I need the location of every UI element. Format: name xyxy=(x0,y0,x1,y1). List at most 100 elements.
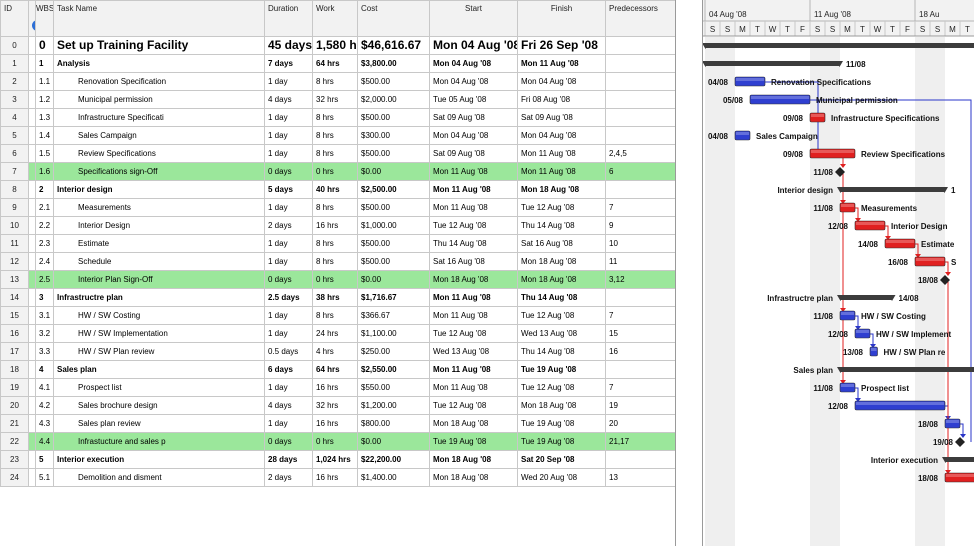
task-row[interactable]: 5 1.4 Sales Campaign 1 day 8 hrs $300.00 Mon 0… xyxy=(0,126,675,145)
cell-finish[interactable]: Tue 12 Aug '08 xyxy=(517,306,606,325)
col-header-id[interactable]: ID xyxy=(0,0,29,37)
cell-finish[interactable]: Sat 20 Sep '08 xyxy=(517,450,606,469)
cell-id[interactable]: 2 xyxy=(0,72,29,91)
cell-finish[interactable]: Thu 14 Aug '08 xyxy=(517,216,606,235)
cell-finish[interactable]: Thu 14 Aug '08 xyxy=(517,288,606,307)
cell-pred[interactable]: 7 xyxy=(605,306,675,325)
cell-wbs[interactable]: 4.2 xyxy=(35,396,54,415)
cell-duration[interactable]: 2 days xyxy=(264,468,313,487)
cell-name[interactable]: Infrastructre plan xyxy=(53,288,265,307)
cell-id[interactable]: 12 xyxy=(0,252,29,271)
cell-indicator[interactable] xyxy=(28,90,36,109)
cell-wbs[interactable]: 3.1 xyxy=(35,306,54,325)
cell-cost[interactable]: $2,000.00 xyxy=(357,90,430,109)
cell-work[interactable]: 38 hrs xyxy=(312,288,358,307)
cell-start[interactable]: Mon 04 Aug '08 xyxy=(429,54,518,73)
cell-duration[interactable]: 2 days xyxy=(264,216,313,235)
cell-work[interactable]: 1,580 hrs xyxy=(312,36,358,55)
cell-duration[interactable]: 28 days xyxy=(264,450,313,469)
cell-cost[interactable]: $0.00 xyxy=(357,162,430,181)
cell-work[interactable]: 24 hrs xyxy=(312,324,358,343)
cell-start[interactable]: Mon 18 Aug '08 xyxy=(429,414,518,433)
cell-name[interactable]: Review Specifications xyxy=(53,144,265,163)
cell-pred[interactable]: 7 xyxy=(605,378,675,397)
cell-wbs[interactable]: 2.5 xyxy=(35,270,54,289)
cell-indicator[interactable] xyxy=(28,288,36,307)
cell-start[interactable]: Mon 11 Aug '08 xyxy=(429,162,518,181)
cell-pred[interactable]: 16 xyxy=(605,342,675,361)
cell-cost[interactable]: $22,200.00 xyxy=(357,450,430,469)
cell-id[interactable]: 4 xyxy=(0,108,29,127)
cell-work[interactable]: 8 hrs xyxy=(312,126,358,145)
summary-bar[interactable] xyxy=(945,457,974,462)
cell-name[interactable]: Municipal permission xyxy=(53,90,265,109)
cell-finish[interactable]: Mon 11 Aug '08 xyxy=(517,54,606,73)
cell-duration[interactable]: 4 days xyxy=(264,396,313,415)
summary-bar[interactable] xyxy=(840,295,893,300)
cell-name[interactable]: Infrastucture and sales p xyxy=(53,432,265,451)
cell-name[interactable]: HW / SW Implementation xyxy=(53,324,265,343)
col-header-start[interactable]: Start xyxy=(429,0,518,37)
col-header-wbs[interactable]: WBS xyxy=(35,0,54,37)
summary-bar[interactable] xyxy=(705,61,840,66)
cell-duration[interactable]: 1 day xyxy=(264,198,313,217)
cell-finish[interactable]: Mon 18 Aug '08 xyxy=(517,252,606,271)
cell-start[interactable]: Mon 11 Aug '08 xyxy=(429,180,518,199)
task-row[interactable]: 2 1.1 Renovation Specification 1 day 8 hrs $5… xyxy=(0,72,675,91)
cell-name[interactable]: Sales brochure design xyxy=(53,396,265,415)
cell-duration[interactable]: 1 day xyxy=(264,234,313,253)
cell-indicator[interactable] xyxy=(28,216,36,235)
cell-name[interactable]: Schedule xyxy=(53,252,265,271)
cell-start[interactable]: Tue 12 Aug '08 xyxy=(429,396,518,415)
cell-wbs[interactable]: 1 xyxy=(35,54,54,73)
cell-id[interactable]: 10 xyxy=(0,216,29,235)
cell-finish[interactable]: Sat 09 Aug '08 xyxy=(517,108,606,127)
cell-finish[interactable]: Sat 16 Aug '08 xyxy=(517,234,606,253)
cell-id[interactable]: 6 xyxy=(0,144,29,163)
gantt-chart[interactable]: 04 Aug '08 11 Aug '08 18 Au S S M T W T F S S M T W T F S… xyxy=(703,0,974,546)
task-row[interactable]: 24 5.1 Demolition and disment 2 days 16 hrs $… xyxy=(0,468,675,487)
cell-indicator[interactable] xyxy=(28,324,36,343)
view-splitter[interactable] xyxy=(675,0,703,546)
col-header-cost[interactable]: Cost xyxy=(357,0,430,37)
cell-pred[interactable]: 2,4,5 xyxy=(605,144,675,163)
cell-work[interactable]: 32 hrs xyxy=(312,396,358,415)
task-row[interactable]: 14 3 Infrastructre plan 2.5 days 38 hrs $1,71… xyxy=(0,288,675,307)
task-row[interactable]: 21 4.3 Sales plan review 1 day 16 hrs $800.00… xyxy=(0,414,675,433)
task-row[interactable]: 9 2.1 Measurements 1 day 8 hrs $500.00 Mon 11 … xyxy=(0,198,675,217)
cell-id[interactable]: 13 xyxy=(0,270,29,289)
summary-bar[interactable] xyxy=(705,43,974,48)
cell-finish[interactable]: Tue 12 Aug '08 xyxy=(517,198,606,217)
cell-duration[interactable]: 1 day xyxy=(264,108,313,127)
cell-wbs[interactable]: 1.4 xyxy=(35,126,54,145)
col-header-predecessors[interactable]: Predecessors xyxy=(605,0,675,37)
cell-duration[interactable]: 1 day xyxy=(264,144,313,163)
cell-indicator[interactable] xyxy=(28,162,36,181)
cell-start[interactable]: Mon 18 Aug '08 xyxy=(429,450,518,469)
cell-finish[interactable]: Mon 11 Aug '08 xyxy=(517,144,606,163)
cell-finish[interactable]: Mon 04 Aug '08 xyxy=(517,72,606,91)
cell-indicator[interactable] xyxy=(28,306,36,325)
cell-wbs[interactable]: 1.5 xyxy=(35,144,54,163)
cell-pred[interactable] xyxy=(605,90,675,109)
task-row[interactable]: 11 2.3 Estimate 1 day 8 hrs $500.00 Thu 14 Aug… xyxy=(0,234,675,253)
task-row[interactable]: 15 3.1 HW / SW Costing 1 day 8 hrs $366.67 Mon… xyxy=(0,306,675,325)
cell-start[interactable]: Mon 11 Aug '08 xyxy=(429,198,518,217)
cell-start[interactable]: Mon 04 Aug '08 xyxy=(429,72,518,91)
cell-work[interactable]: 64 hrs xyxy=(312,360,358,379)
cell-finish[interactable]: Tue 19 Aug '08 xyxy=(517,360,606,379)
cell-cost[interactable]: $46,616.67 xyxy=(357,36,430,55)
cell-work[interactable]: 8 hrs xyxy=(312,144,358,163)
cell-indicator[interactable] xyxy=(28,432,36,451)
cell-cost[interactable]: $800.00 xyxy=(357,414,430,433)
cell-name[interactable]: Prospect list xyxy=(53,378,265,397)
cell-indicator[interactable] xyxy=(28,270,36,289)
cell-id[interactable]: 9 xyxy=(0,198,29,217)
cell-id[interactable]: 19 xyxy=(0,378,29,397)
cell-start[interactable]: Sat 09 Aug '08 xyxy=(429,144,518,163)
cell-name[interactable]: Interior execution xyxy=(53,450,265,469)
summary-bar[interactable] xyxy=(840,187,945,192)
cell-id[interactable]: 18 xyxy=(0,360,29,379)
task-row[interactable]: 7 1.6 Specifications sign-Off 0 days 0 hrs $0… xyxy=(0,162,675,181)
cell-start[interactable]: Sat 16 Aug '08 xyxy=(429,252,518,271)
